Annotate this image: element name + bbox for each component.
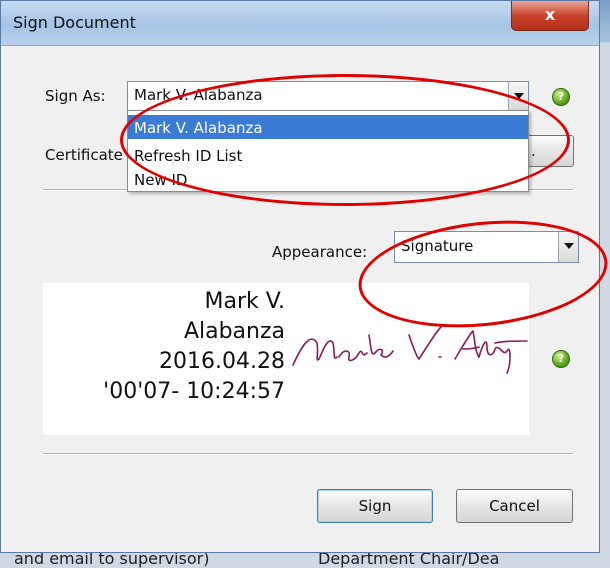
- sign-as-label: Sign As:: [45, 87, 106, 105]
- preview-text: Mark V. Alabanza 2016.04.28 '00'07- 10:2…: [103, 287, 285, 407]
- preview-line-name: Mark V.: [204, 289, 285, 314]
- dialog-title: Sign Document: [13, 13, 136, 32]
- preview-line-time: '00'07- 10:24:57: [103, 379, 285, 404]
- title-bar[interactable]: Sign Document x: [1, 1, 599, 46]
- help-icon[interactable]: ?: [552, 88, 570, 106]
- close-button[interactable]: x: [511, 1, 589, 31]
- sign-button[interactable]: Sign: [317, 489, 433, 523]
- certificate-label: Certificate: [45, 146, 123, 164]
- help-icon[interactable]: ?: [552, 350, 570, 368]
- appearance-label: Appearance:: [272, 243, 368, 261]
- annotation-ellipse-dropdown: [120, 74, 570, 206]
- preview-line-surname: Alabanza: [183, 319, 285, 344]
- separator-bottom: [43, 453, 573, 455]
- close-icon: x: [544, 5, 556, 24]
- preview-line-date: 2016.04.28: [159, 349, 285, 374]
- cancel-button[interactable]: Cancel: [456, 489, 573, 523]
